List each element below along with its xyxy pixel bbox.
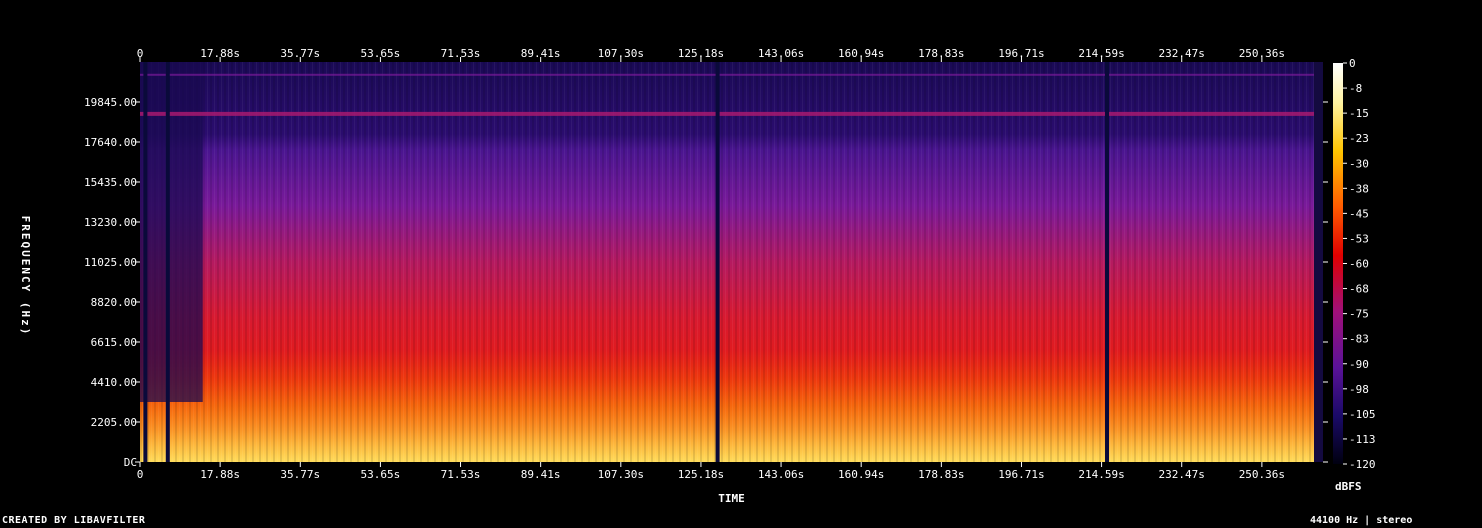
footer-credit: CREATED BY LIBAVFILTER	[2, 515, 146, 526]
y-tick-label-9: 19845.00	[84, 96, 137, 109]
colorbar-scale	[1333, 63, 1343, 464]
colorbar-label: dBFS	[1335, 480, 1362, 493]
colorbar-tick-label-12: -90	[1349, 358, 1369, 371]
x-tick-label-bottom-6: 107.30s	[598, 468, 644, 481]
x-tick-label-top-11: 196.71s	[998, 47, 1044, 60]
hum-line-top	[140, 73, 1315, 76]
x-tick-label-top-6: 107.30s	[598, 47, 644, 60]
colorbar: 0 -8 -15 -23 -30 -38 -45 -53 -60 -68 -75 -83 -90 -98 -…	[1333, 57, 1376, 493]
y-tick-label-2: 4410.00	[91, 376, 137, 389]
y-tick-label-4: 8820.00	[91, 296, 137, 309]
x-tick-label-bottom-1: 17.88s	[200, 468, 240, 481]
colorbar-tick-label-15: -113	[1349, 433, 1376, 446]
x-tick-label-top-13: 232.47s	[1159, 47, 1205, 60]
x-tick-label-top-12: 214.59s	[1078, 47, 1124, 60]
colorbar-tick-label-1: -8	[1349, 82, 1362, 95]
colorbar-tick-label-4: -30	[1349, 157, 1369, 170]
y-tick-label-3: 6615.00	[91, 336, 137, 349]
hum-line	[140, 111, 1315, 116]
silence-gap-3	[1105, 62, 1110, 462]
colorbar-tick-label-6: -45	[1349, 207, 1369, 220]
x-tick-label-top-2: 35.77s	[280, 47, 320, 60]
x-tick-label-bottom-3: 53.65s	[361, 468, 401, 481]
silence-gap-2	[715, 62, 720, 462]
x-tick-label-top-0: 0	[137, 47, 144, 60]
x-tick-label-top-7: 125.18s	[678, 47, 724, 60]
x-tick-label-bottom-8: 143.06s	[758, 468, 804, 481]
x-tick-label-top-8: 143.06s	[758, 47, 804, 60]
silence-gap-1	[165, 62, 170, 462]
x-tick-label-bottom-10: 178.83s	[918, 468, 964, 481]
footer-info: 44100 Hz | stereo	[1310, 515, 1413, 526]
colorbar-tick-label-14: -105	[1349, 408, 1376, 421]
x-tick-label-bottom-4: 71.53s	[441, 468, 481, 481]
x-tick-label-bottom-13: 232.47s	[1159, 468, 1205, 481]
y-tick-label-1: 2205.00	[91, 416, 137, 429]
x-tick-label-bottom-2: 35.77s	[280, 468, 320, 481]
x-tick-label-top-1: 17.88s	[200, 47, 240, 60]
colorbar-tick-label-16: -120	[1349, 458, 1376, 471]
colorbar-tick-label-7: -53	[1349, 232, 1369, 245]
x-tick-label-bottom-5: 89.41s	[521, 468, 561, 481]
y-axis-label: FREQUENCY (Hz)	[19, 216, 32, 337]
x-tick-label-top-3: 53.65s	[361, 47, 401, 60]
audio-tail	[1314, 62, 1323, 462]
x-tick-label-bottom-11: 196.71s	[998, 468, 1044, 481]
colorbar-tick-label-13: -98	[1349, 383, 1369, 396]
x-tick-label-bottom-7: 125.18s	[678, 468, 724, 481]
y-tick-label-0: DC	[124, 456, 137, 469]
x-axis-label: TIME	[718, 492, 745, 505]
x-tick-label-top-14: 250.36s	[1239, 47, 1285, 60]
colorbar-tick-label-2: -15	[1349, 107, 1369, 120]
colorbar-tick-label-8: -60	[1349, 258, 1369, 271]
colorbar-tick-label-11: -83	[1349, 333, 1369, 346]
y-tick-label-5: 11025.00	[84, 256, 137, 269]
colorbar-tick-label-3: -23	[1349, 132, 1369, 145]
colorbar-tick-label-0: 0	[1349, 57, 1356, 70]
x-tick-label-bottom-9: 160.94s	[838, 468, 884, 481]
x-tick-label-top-10: 178.83s	[918, 47, 964, 60]
x-tick-label-top-9: 160.94s	[838, 47, 884, 60]
spectrogram-chart: 0 0 17.88s 17.88s 35.77s 35.77s 53.65s 53.65s 71…	[19, 47, 1376, 505]
colorbar-tick-label-10: -75	[1349, 308, 1369, 321]
y-tick-label-8: 17640.00	[84, 136, 137, 149]
x-tick-label-bottom-14: 250.36s	[1239, 468, 1285, 481]
x-tick-label-top-5: 89.41s	[521, 47, 561, 60]
y-tick-label-7: 15435.00	[84, 176, 137, 189]
x-tick-label-bottom-12: 214.59s	[1078, 468, 1124, 481]
x-tick-label-bottom-0: 0	[137, 468, 144, 481]
x-tick-label-top-4: 71.53s	[441, 47, 481, 60]
silence-gap-0	[143, 62, 148, 462]
colorbar-tick-label-5: -38	[1349, 182, 1369, 195]
y-tick-label-6: 13230.00	[84, 216, 137, 229]
plot-area	[140, 62, 1323, 462]
time-texture	[140, 62, 1315, 462]
colorbar-tick-label-9: -68	[1349, 283, 1369, 296]
